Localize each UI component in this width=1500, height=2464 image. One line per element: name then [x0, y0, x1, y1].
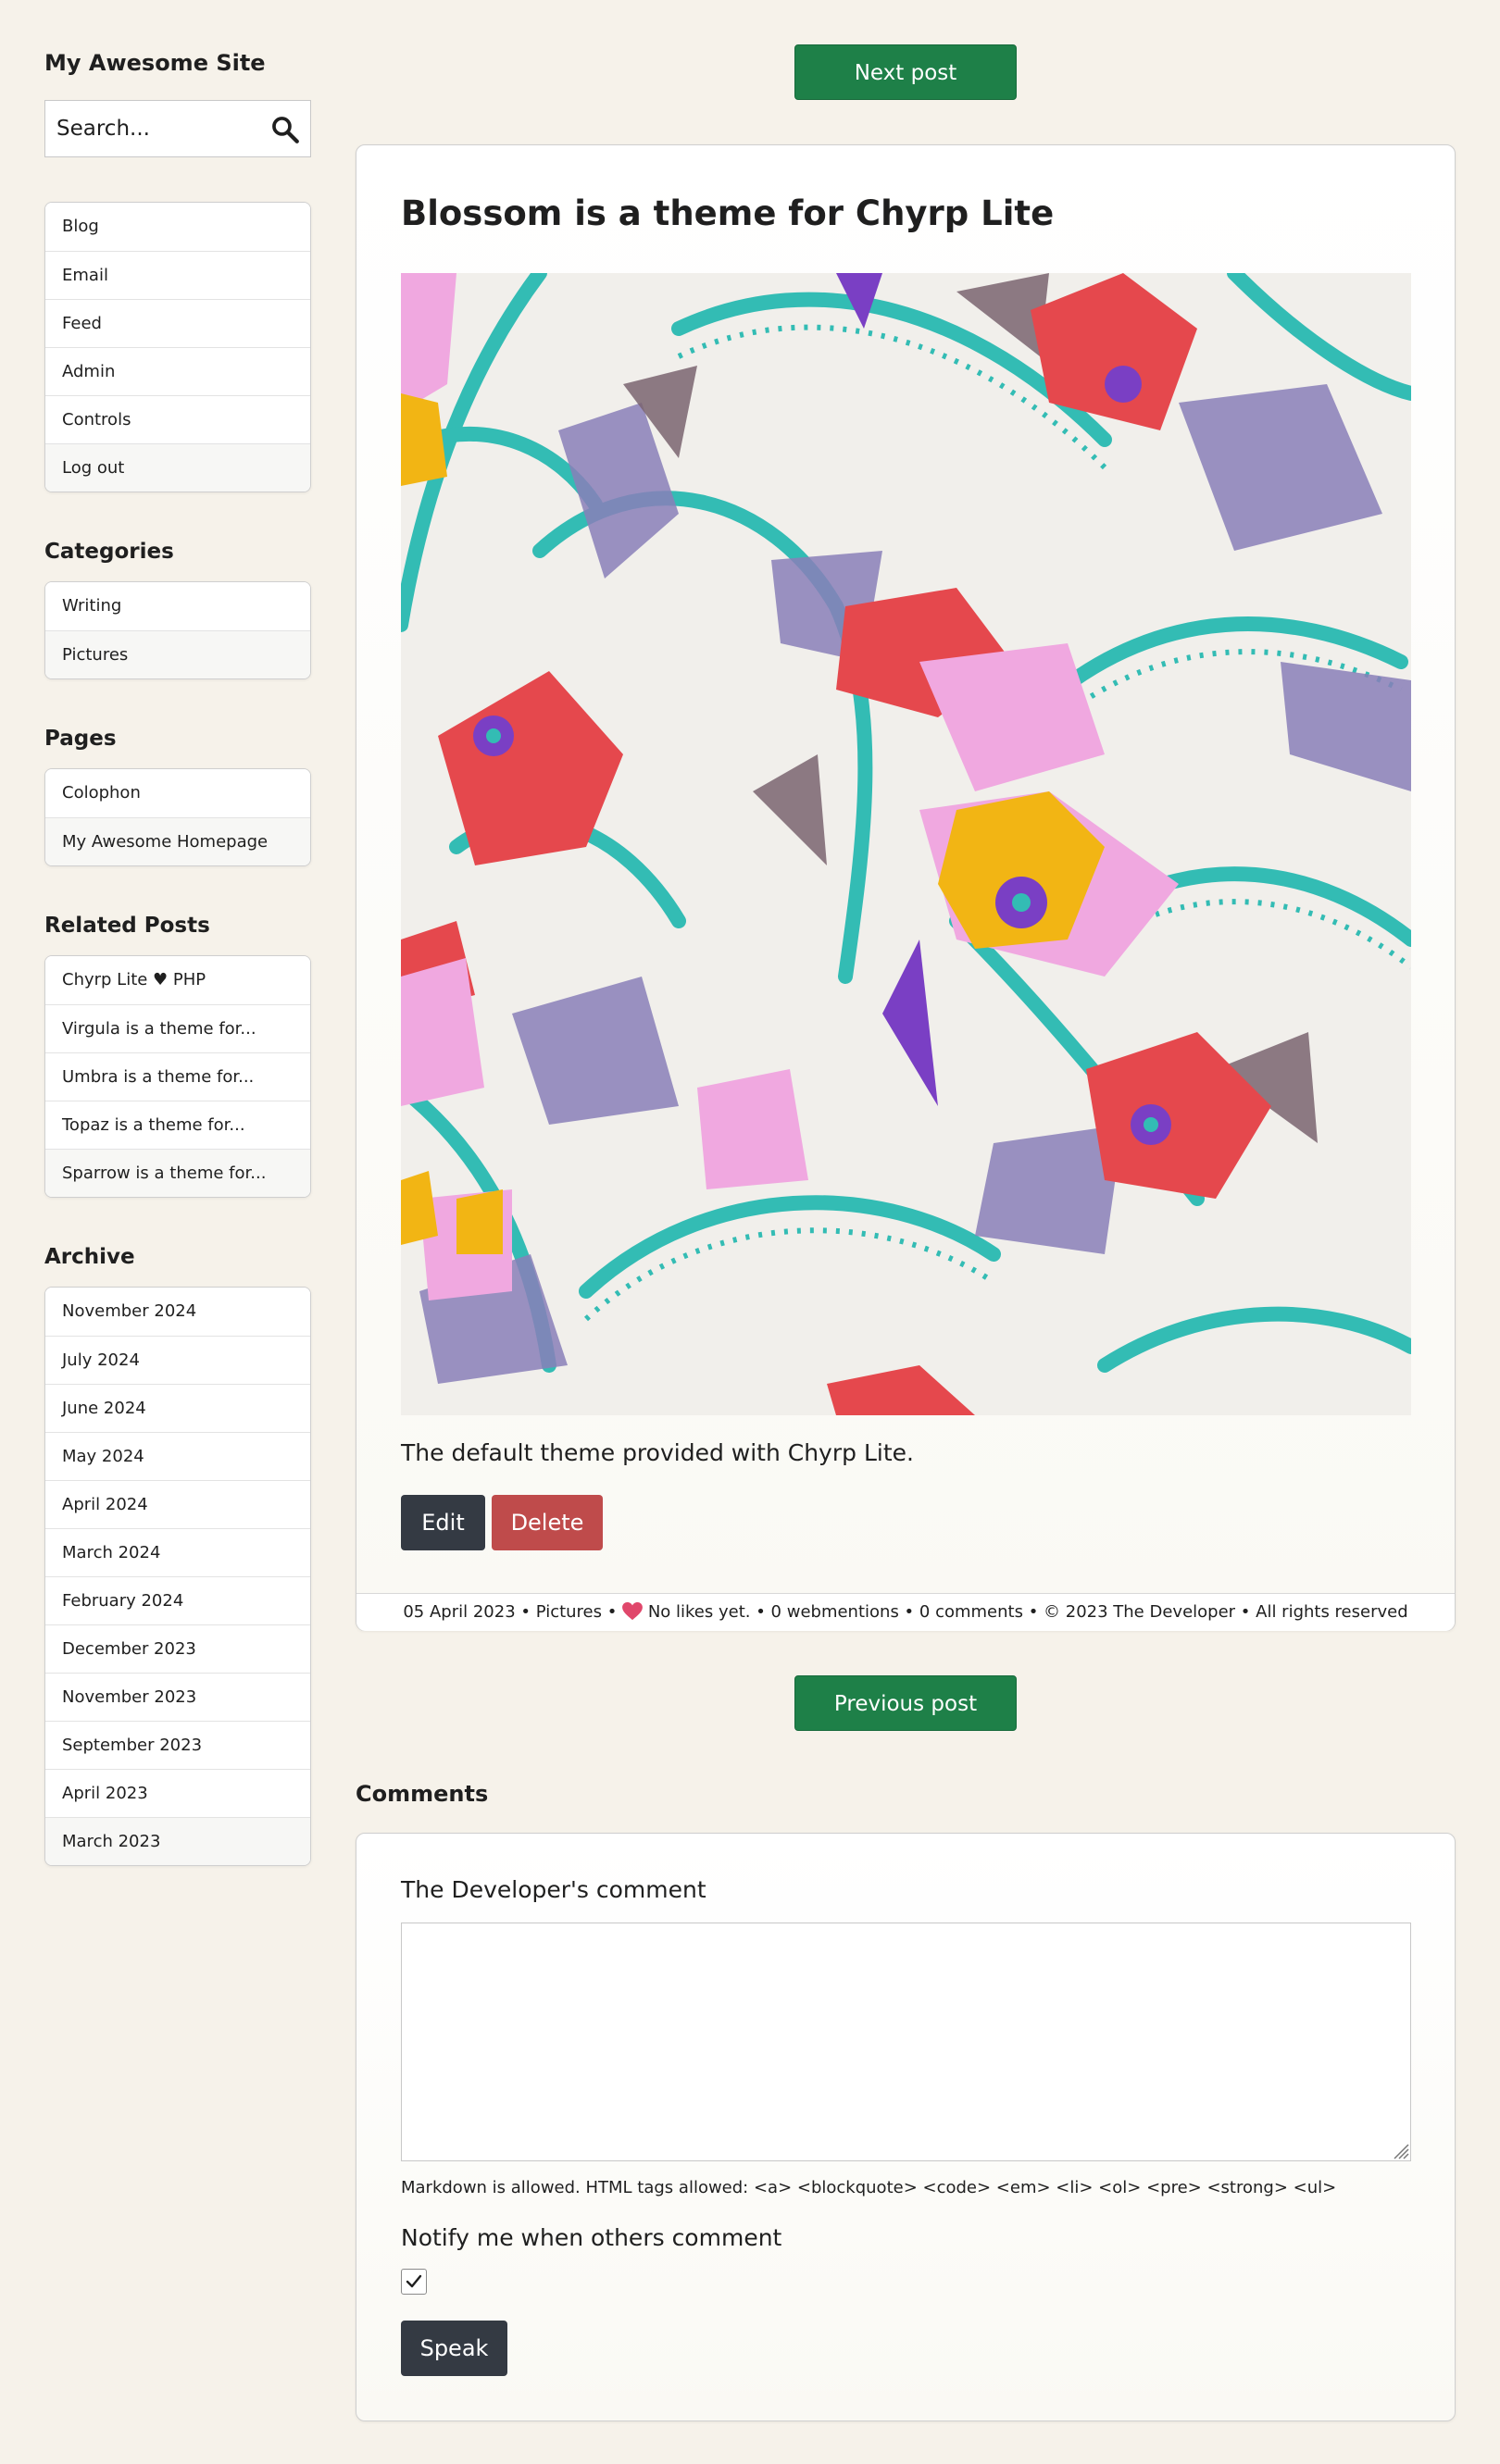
related-post-item[interactable]: Topaz is a theme for... [45, 1101, 310, 1149]
related-posts-menu: Chyrp Lite ♥ PHP Virgula is a theme for.… [44, 955, 311, 1198]
comment-textarea[interactable] [401, 1923, 1411, 2161]
checkmark-icon [406, 2274, 422, 2288]
categories-menu: Writing Pictures [44, 581, 311, 679]
menu-item-admin[interactable]: Admin [45, 347, 310, 395]
archive-item[interactable]: May 2024 [45, 1432, 310, 1480]
speak-button[interactable]: Speak [401, 2321, 507, 2376]
post-title: Blossom is a theme for Chyrp Lite [401, 193, 1055, 233]
comments-heading: Comments [356, 1781, 489, 1807]
menu-item-feed[interactable]: Feed [45, 299, 310, 347]
archive-item[interactable]: September 2023 [45, 1721, 310, 1769]
floral-pattern-image [401, 273, 1411, 1415]
archive-item[interactable]: March 2024 [45, 1528, 310, 1576]
archive-item[interactable]: November 2023 [45, 1673, 310, 1721]
pages-heading: Pages [44, 727, 117, 751]
post-category-link[interactable]: Pictures [536, 1602, 602, 1622]
post-image[interactable] [401, 273, 1411, 1415]
menu-item-email[interactable]: Email [45, 251, 310, 299]
comment-label: The Developer's comment [401, 1876, 706, 1903]
page-item[interactable]: My Awesome Homepage [45, 817, 310, 865]
notify-label: Notify me when others comment [401, 2224, 782, 2251]
archive-menu: November 2024 July 2024 June 2024 May 20… [44, 1287, 311, 1866]
post-date-link[interactable]: 05 April 2023 [403, 1602, 515, 1622]
archive-item[interactable]: March 2023 [45, 1817, 310, 1865]
edit-button[interactable]: Edit [401, 1495, 485, 1550]
archive-item[interactable]: February 2024 [45, 1576, 310, 1624]
related-posts-heading: Related Posts [44, 914, 210, 938]
archive-item[interactable]: December 2023 [45, 1624, 310, 1673]
comment-form-card: The Developer's comment Markdown is allo… [356, 1833, 1456, 2421]
next-post-button[interactable]: Next post [794, 44, 1017, 100]
category-item[interactable]: Pictures [45, 630, 310, 678]
archive-heading: Archive [44, 1245, 135, 1269]
main-menu: Blog Email Feed Admin Controls Log out [44, 202, 311, 492]
search-box [44, 100, 311, 157]
webmentions-link[interactable]: 0 webmentions [771, 1602, 899, 1622]
copyright-text: © 2023 The Developer [1044, 1602, 1236, 1622]
archive-item[interactable]: June 2024 [45, 1384, 310, 1432]
related-post-item[interactable]: Chyrp Lite ♥ PHP [45, 956, 310, 1004]
post-card: Blossom is a theme for Chyrp Lite The de… [356, 144, 1456, 1631]
archive-item[interactable]: April 2023 [45, 1769, 310, 1817]
search-icon[interactable] [269, 114, 301, 145]
resize-grip-icon[interactable] [1393, 2143, 1409, 2159]
pages-menu: Colophon My Awesome Homepage [44, 768, 311, 866]
archive-item[interactable]: July 2024 [45, 1336, 310, 1384]
comments-count-link[interactable]: 0 comments [919, 1602, 1023, 1622]
previous-post-button[interactable]: Previous post [794, 1675, 1017, 1731]
category-item[interactable]: Writing [45, 582, 310, 630]
post-body: The default theme provided with Chyrp Li… [401, 1439, 914, 1466]
menu-item-controls[interactable]: Controls [45, 395, 310, 443]
sidebar: My Awesome Site Blog Email Feed Admin Co… [44, 44, 311, 1866]
categories-heading: Categories [44, 540, 174, 564]
related-post-item[interactable]: Virgula is a theme for... [45, 1004, 310, 1052]
menu-item-log-out[interactable]: Log out [45, 443, 310, 492]
delete-button[interactable]: Delete [492, 1495, 603, 1550]
archive-item[interactable]: April 2024 [45, 1480, 310, 1528]
menu-item-blog[interactable]: Blog [45, 203, 310, 251]
archive-item[interactable]: November 2024 [45, 1288, 310, 1336]
page-item[interactable]: Colophon [45, 769, 310, 817]
related-post-item[interactable]: Umbra is a theme for... [45, 1052, 310, 1101]
related-post-item[interactable]: Sparrow is a theme for... [45, 1149, 310, 1197]
notify-checkbox[interactable] [401, 2269, 427, 2295]
license-link[interactable]: All rights reserved [1256, 1602, 1408, 1622]
markdown-note: Markdown is allowed. HTML tags allowed: … [401, 2178, 1337, 2197]
likes-text: No likes yet. [647, 1602, 751, 1622]
heart-icon[interactable] [622, 1602, 643, 1621]
site-title[interactable]: My Awesome Site [44, 44, 311, 81]
post-footer: 05 April 2023 • Pictures • No likes yet.… [356, 1593, 1455, 1631]
